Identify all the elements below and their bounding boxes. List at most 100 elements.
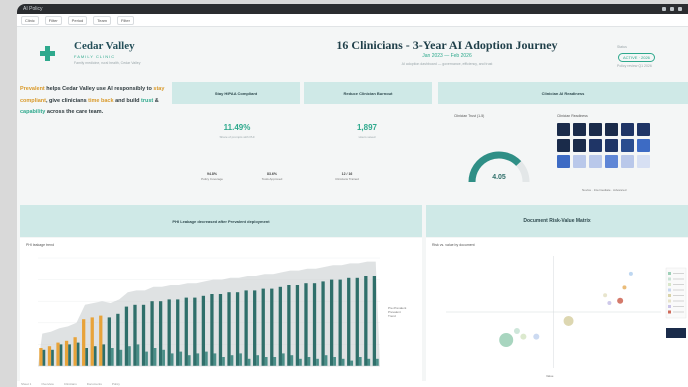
bar-pre [128,346,131,366]
heatmap-cell [621,123,634,136]
bar-prevalent [176,299,180,366]
bar-pre [324,355,328,366]
scatter-point [617,297,624,304]
dashboard-header: Cedar Valley FAMILY CLINIC Family medici… [17,31,688,82]
maximize-icon[interactable] [670,7,674,11]
bar-pre [307,357,311,366]
legend-swatch [668,283,671,286]
bar-pre [162,349,165,366]
bar-prevalent [329,279,334,366]
bar-pre [222,357,225,366]
legend-swatch [668,272,671,275]
bar-pre [59,344,63,366]
bar-prevalent [347,277,351,366]
close-icon[interactable] [678,7,682,11]
heatmap-cell [637,123,650,136]
bar-prevalent [364,276,368,366]
intro-brand: Prevalent [20,86,45,92]
filter-chip[interactable]: Team [93,15,112,25]
bar-pre [51,349,54,366]
bar-prevalent [287,285,291,366]
bar-pre [187,355,191,366]
scatter-point [607,301,612,306]
legend-swatch [668,310,671,314]
metric-label: Clinicians Trained [335,177,359,181]
sheet-tab[interactable]: Overview [41,382,54,386]
intro-statement: Prevalent helps Cedar Valley use AI resp… [20,84,170,119]
bar-prevalent [201,295,206,366]
status-badge[interactable]: ACTIVE · 2026 [618,53,655,62]
scatter-point [622,285,627,290]
window-title: AI Policy [23,6,43,12]
sheet-tab[interactable]: Clinicians [64,382,77,386]
bar-prevalent [82,319,86,366]
sheet-tab[interactable]: Policy [112,382,120,386]
filter-chip[interactable]: Clinic [21,15,39,25]
bar-prevalent [73,337,77,366]
kpi-value: 11.49% [223,123,251,132]
bar-pre [350,360,354,366]
bar-prevalent [99,315,103,366]
bar-chart [38,257,380,367]
bar-pre [230,355,234,366]
bar-prevalent [338,279,342,366]
kpi-phi-share: 11.49% Share of prompts with PHI [192,123,282,139]
metric-clinicians-trained: 12 / 16 Clinicians Trained [317,172,377,181]
kpi-label: Share of prompts with PHI [219,135,255,139]
sheet-tab[interactable]: Documents [87,382,102,386]
bar-prevalent [312,283,317,366]
filter-chip[interactable]: Filter [117,15,134,25]
bar-prevalent [235,292,240,366]
metric-label: Tools Approved [261,177,283,181]
metric-tools-approved: 83.6% Tools Approved [252,172,292,181]
bar-pre [42,349,46,366]
legend-swatch [668,294,671,297]
bar-pre [153,348,157,366]
kpi-label: Hours saved [358,135,376,139]
bar-pre [299,358,302,366]
bar-pre [145,351,148,366]
legend-intermediate: Intermediate [593,188,611,192]
title-bar: AI Policy [17,4,688,14]
bar-pre [136,344,140,366]
bar-pre [376,358,379,366]
window-controls [662,7,682,11]
intro-text: and build [113,97,142,104]
legend-trend: Trend [388,314,396,318]
sheet-tabs: Sheet 1 Overview Clinicians Documents Po… [17,381,688,387]
filter-chip[interactable]: Filter [44,15,62,25]
scatter-point [513,328,520,335]
intro-highlight: capability [20,109,46,115]
sheet-tab[interactable]: Sheet 1 [21,382,31,386]
bar-pre [170,353,174,366]
heatmap-cell [589,123,602,136]
heatmap-cell [557,123,570,136]
bar-pre [110,348,114,366]
intro-text: helps Cedar Valley use AI responsibly to [44,86,154,92]
heatmap-cell [605,139,618,152]
bar-chart-panel: PHI leakage trend Pre-Prevalent Prevalen… [20,238,422,381]
legend-swatch [668,288,671,292]
bar-pre [247,358,251,366]
intro-highlight: trust [141,97,154,104]
bar-prevalent [270,288,274,366]
metric-value: 12 / 16 [341,172,353,176]
bar-pre [76,342,80,366]
card-header-burnout: Reduce Clinician Burnout [304,82,432,104]
readiness-heatmap [557,123,650,168]
bar-pre [281,353,285,366]
bar-prevalent [39,348,43,366]
minimize-icon[interactable] [662,7,666,11]
bar-prevalent [321,281,325,366]
bar-pre [358,357,362,366]
bar-pre [256,355,260,366]
metric-policy-coverage: 94.8% Policy Coverage [192,172,232,181]
bar-pre [316,358,319,366]
intro-text: , give clinicians [45,97,89,104]
bar-prevalent [193,297,197,366]
status-label: Status [617,45,627,49]
scatter-section-header: Document Risk-Value Matrix [426,205,688,237]
filter-chip[interactable]: Period [67,15,88,25]
bar-prevalent [304,283,308,366]
bar-pre [264,357,268,366]
